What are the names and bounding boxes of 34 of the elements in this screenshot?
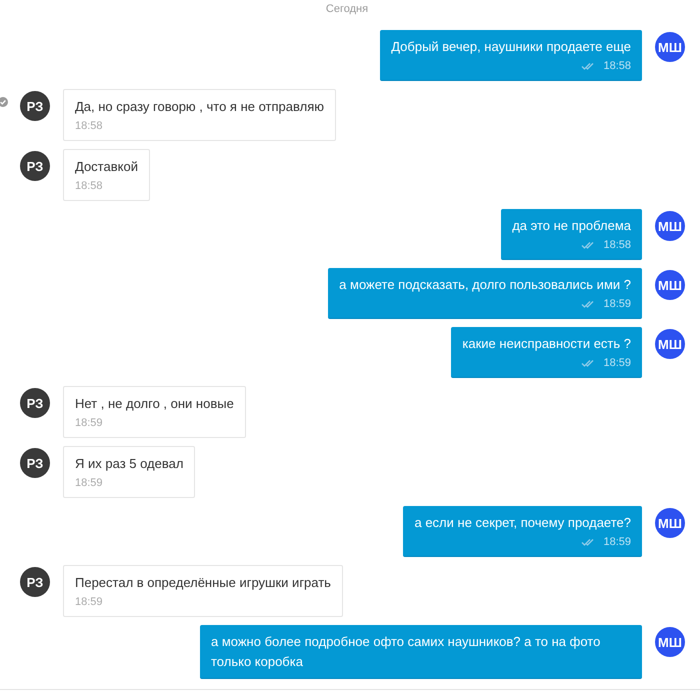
message-text: Да, но сразу говорю , что я не отправляю — [75, 98, 324, 116]
avatar[interactable]: МШ — [655, 211, 685, 241]
avatar[interactable]: МШ — [655, 32, 685, 62]
avatar[interactable]: РЗ — [20, 448, 50, 478]
avatar[interactable]: РЗ — [20, 91, 50, 121]
message-text: Нет , не долго , они новые — [75, 395, 234, 413]
check-circle-icon[interactable] — [0, 97, 8, 107]
message-time: 18:58 — [603, 59, 631, 74]
avatar[interactable]: РЗ — [20, 151, 50, 181]
message-time: 18:58 — [603, 238, 631, 253]
message-text: Перестал в определённые игрушки играть — [75, 574, 331, 592]
message-text: Добрый вечер, наушники продаете еще — [391, 38, 631, 56]
message-text: какие неисправности есть ? — [462, 335, 631, 353]
avatar[interactable]: МШ — [655, 329, 685, 359]
message-text: Доставкой — [75, 158, 138, 176]
avatar[interactable]: МШ — [655, 508, 685, 538]
message-time: 18:59 — [603, 356, 631, 371]
message-time: 18:59 — [75, 416, 103, 431]
avatar[interactable]: РЗ — [20, 388, 50, 418]
message-time: 18:59 — [75, 476, 103, 491]
message-time: 18:58 — [75, 179, 103, 194]
message-text: Я их раз 5 одевал — [75, 455, 184, 473]
message-text: а если не секрет, почему продаете? — [414, 514, 631, 532]
message-text: да это не проблема — [512, 217, 631, 235]
message-time: 18:58 — [75, 119, 103, 134]
date-divider: Сегодня — [324, 2, 370, 17]
message-text: а можно более подробное офто самих наушников? а то на фото только коробка — [211, 633, 602, 671]
message-time: 18:59 — [75, 595, 103, 610]
avatar[interactable]: РЗ — [20, 567, 50, 597]
message-time: 18:59 — [603, 535, 631, 550]
avatar[interactable]: МШ — [655, 627, 685, 657]
avatar[interactable]: МШ — [655, 270, 685, 300]
message-time: 18:59 — [603, 297, 631, 312]
message-text: а можете подсказать, долго пользовались ими ? — [339, 276, 631, 294]
